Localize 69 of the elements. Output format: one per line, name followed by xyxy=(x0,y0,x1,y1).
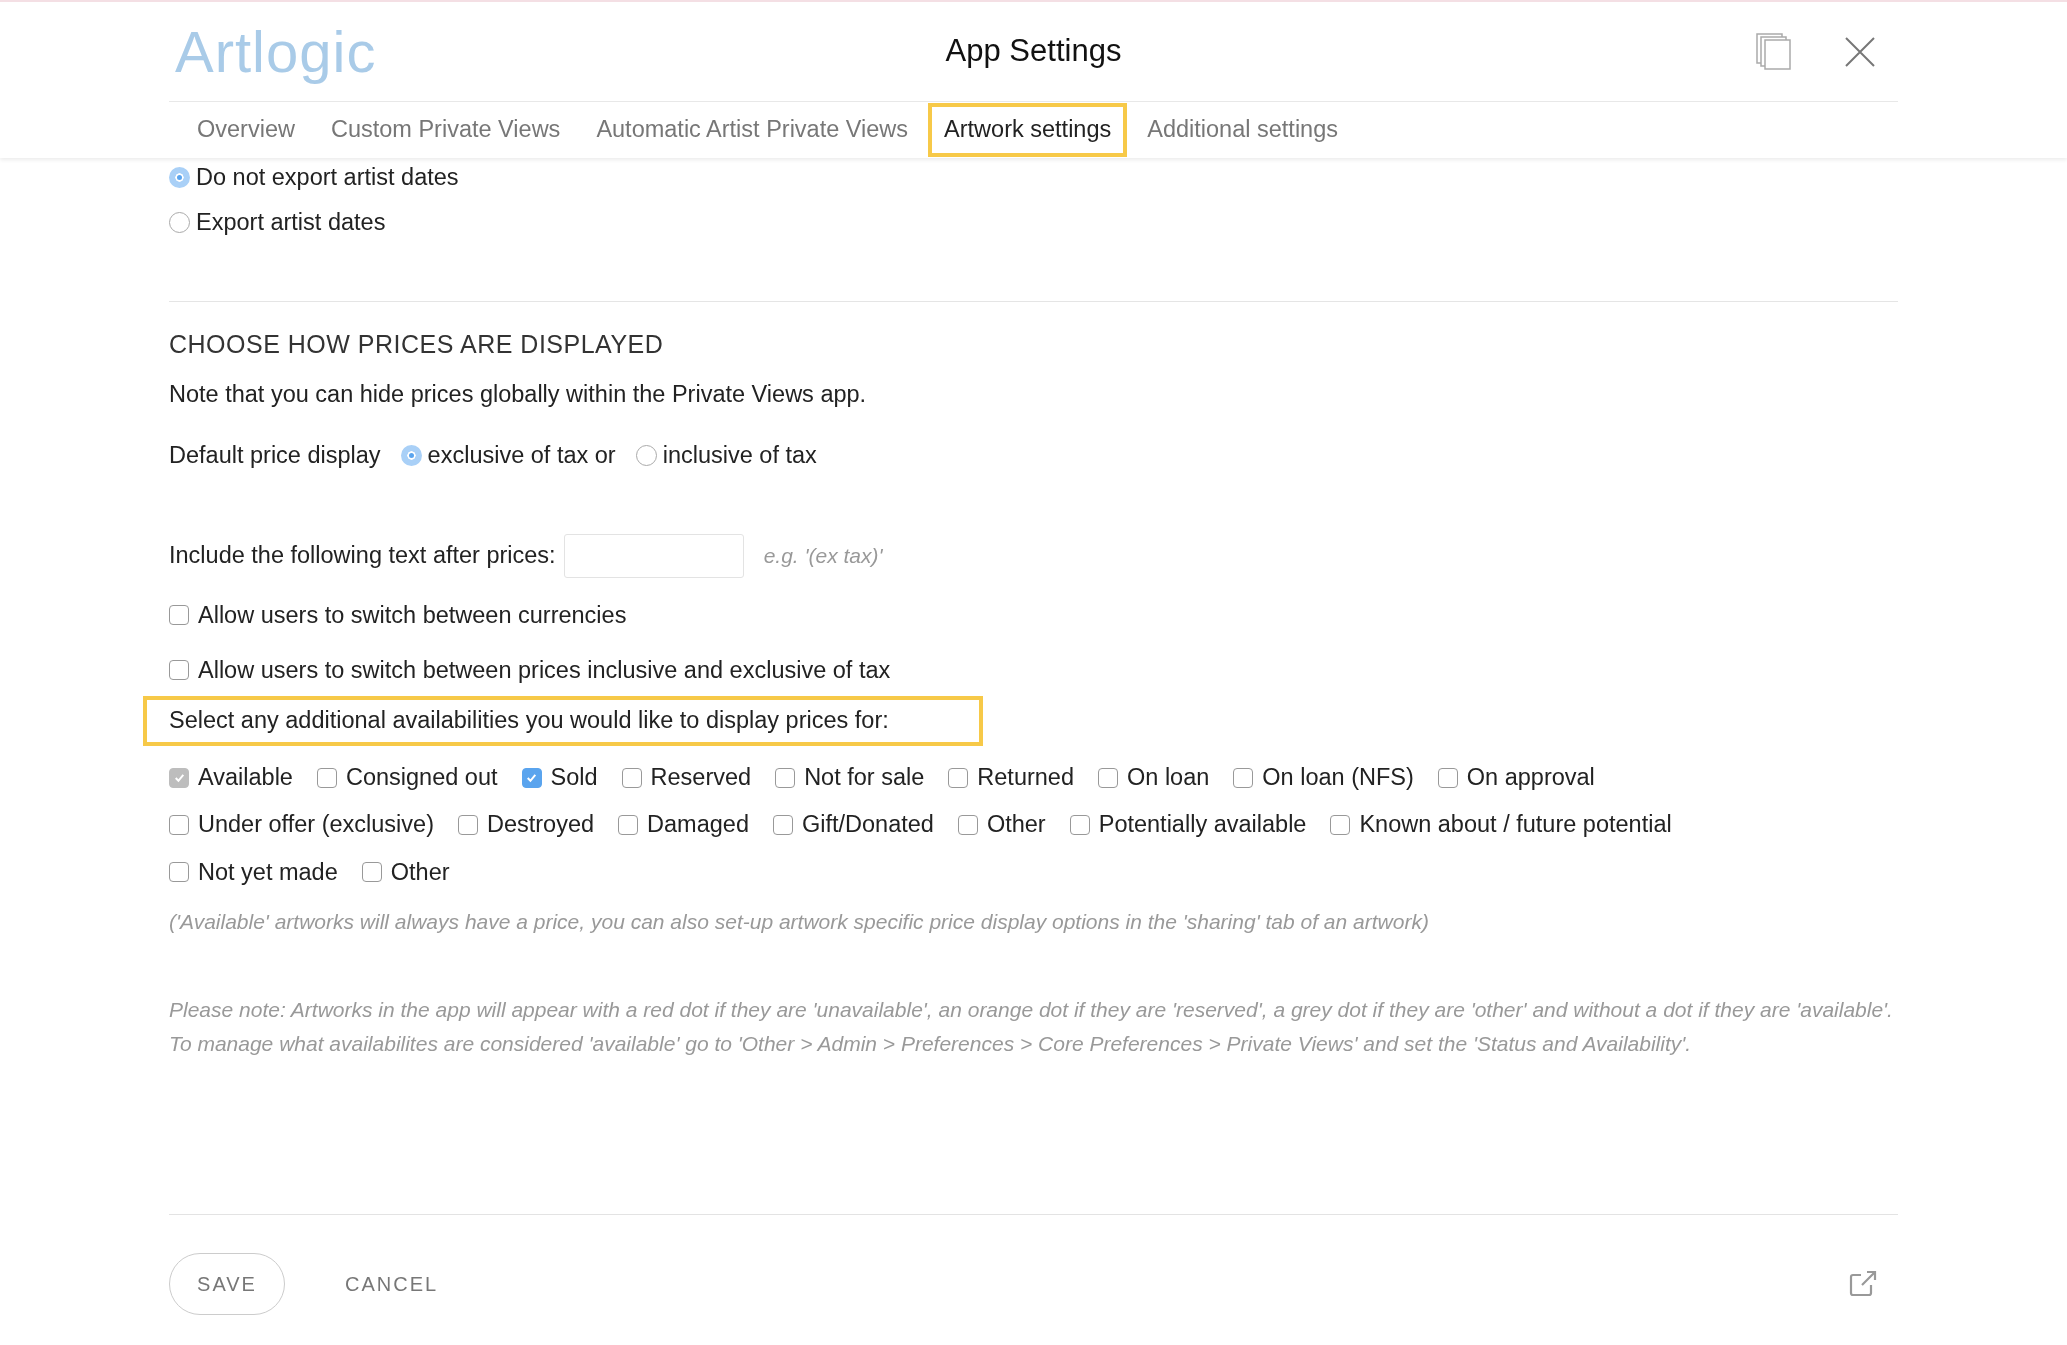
radio-button[interactable] xyxy=(169,212,190,234)
field-label: Include the following text after prices: xyxy=(169,540,556,570)
checkbox-label: Reserved xyxy=(650,763,752,792)
checkbox-label: Consigned out xyxy=(345,763,498,792)
tab[interactable]: Automatic Artist Private Views xyxy=(580,103,925,157)
checkbox[interactable] xyxy=(169,862,189,883)
cancel-button[interactable]: CANCEL xyxy=(345,1253,439,1315)
checkbox[interactable] xyxy=(618,814,639,835)
checkbox[interactable] xyxy=(773,814,793,835)
radio-label: Do not export artist dates xyxy=(196,163,459,192)
checkbox-label: On loan (NFS) xyxy=(1262,763,1414,792)
tab[interactable]: Overview xyxy=(181,103,311,157)
radio-label: exclusive of tax or xyxy=(427,441,616,471)
tab[interactable]: Additional settings xyxy=(1131,103,1354,157)
radio-label: inclusive of tax xyxy=(662,441,817,471)
field-label: Default price display xyxy=(169,441,381,471)
checkbox[interactable] xyxy=(457,814,478,835)
copy-icon[interactable] xyxy=(1756,32,1792,71)
checkmark-icon xyxy=(525,771,538,785)
checkbox-label: Damaged xyxy=(647,810,749,840)
checkbox[interactable] xyxy=(169,660,189,681)
checkbox[interactable] xyxy=(957,814,978,835)
checkbox-label: Potentially available xyxy=(1098,810,1307,840)
checkbox[interactable] xyxy=(169,605,189,626)
checkbox[interactable] xyxy=(775,767,796,788)
tab[interactable]: Custom Private Views xyxy=(314,103,577,157)
checkbox-label: Known about / future potential xyxy=(1359,810,1672,840)
checkbox-label: Not for sale xyxy=(804,763,925,792)
checkbox-label: Not yet made xyxy=(198,857,338,887)
checkbox-label: Available xyxy=(198,763,293,792)
checkbox-label: Destroyed xyxy=(486,810,595,840)
radio-button[interactable] xyxy=(635,445,657,467)
checkbox[interactable] xyxy=(521,767,542,788)
checkbox[interactable] xyxy=(361,862,382,883)
checkbox[interactable] xyxy=(1069,814,1090,835)
checkbox[interactable] xyxy=(316,767,337,788)
external-link-icon[interactable] xyxy=(1848,1269,1878,1299)
checkbox[interactable] xyxy=(169,814,189,835)
checkbox-label: On loan xyxy=(1127,763,1210,792)
checkbox-label: Other xyxy=(986,810,1046,840)
checkbox-label: Allow users to switch between prices inclusive and exclusive of tax xyxy=(198,655,891,685)
checkbox[interactable] xyxy=(1437,767,1458,788)
input-field[interactable] xyxy=(563,533,744,578)
tab[interactable]: Artwork settings xyxy=(928,103,1128,157)
checkmark-icon xyxy=(172,771,186,785)
checkbox-label: Returned xyxy=(977,763,1074,792)
checkbox[interactable] xyxy=(1233,767,1254,788)
logo: Artlogic xyxy=(175,19,377,84)
radio-button[interactable] xyxy=(169,167,190,189)
checkbox[interactable] xyxy=(948,767,969,788)
checkbox-label: On approval xyxy=(1466,763,1595,792)
availability-prompt: Select any additional availabilities you would like to display prices for: xyxy=(143,696,983,746)
checkbox[interactable] xyxy=(621,767,642,788)
section-heading: CHOOSE HOW PRICES ARE DISPLAYED xyxy=(169,328,665,360)
note-text: Note that you can hide prices globally within the Private Views app. xyxy=(169,380,868,409)
radio-button[interactable] xyxy=(400,445,422,467)
checkbox[interactable] xyxy=(1098,767,1118,788)
checkbox[interactable] xyxy=(1330,814,1351,835)
note-text: Please note: Artworks in the app will appear with a red dot if they are 'unavailable', an orange dot if they are 'reserved', a grey dot if they are 'other' and without a dot if they are 'available'. To manage what availabilites are considered 'available' go to 'Other > Admin > Preferences > Core Preferences > Private Views' and set the 'Status and Availability'. xyxy=(169,997,1894,1058)
checkbox-label: Other xyxy=(390,857,450,887)
close-icon[interactable] xyxy=(1844,35,1876,68)
hint-text: e.g. '(ex tax)' xyxy=(763,542,883,569)
checkbox-label: Sold xyxy=(550,763,598,792)
hint-text: ('Available' artworks will always have a price, you can also set-up artwork specific price display options in the 'sharing' tab of an artwork) xyxy=(169,908,1430,935)
window-title: App Settings xyxy=(945,33,1122,69)
radio-label: Export artist dates xyxy=(196,208,386,238)
checkbox-label: Allow users to switch between currencies xyxy=(198,600,627,630)
checkbox-label: Gift/Donated xyxy=(802,810,934,840)
checkbox-label: Under offer (exclusive) xyxy=(198,810,434,840)
